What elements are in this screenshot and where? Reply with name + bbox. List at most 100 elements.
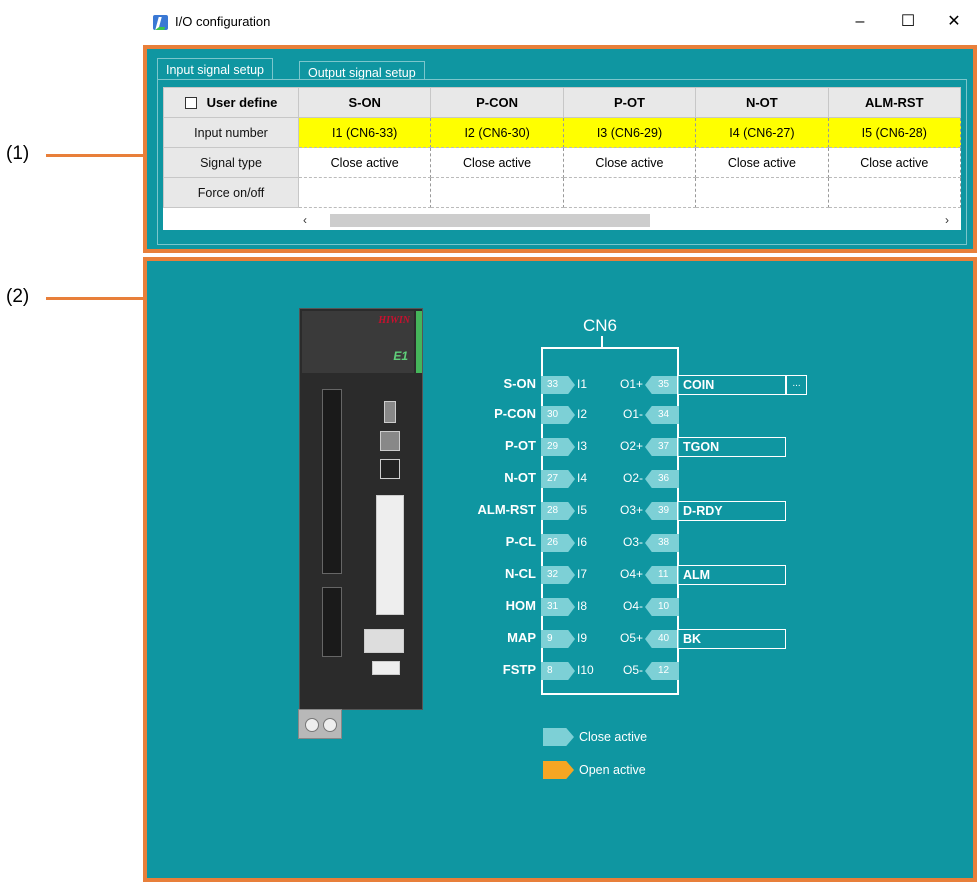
- output-signal-field[interactable]: ALM: [677, 565, 786, 585]
- input-pin[interactable]: 31: [541, 598, 575, 616]
- cn1-terminal: [322, 389, 342, 574]
- output-pin[interactable]: 37: [645, 438, 679, 456]
- input-name: I2: [577, 407, 588, 421]
- input-number-cell[interactable]: I4 (CN6-27): [695, 117, 829, 148]
- input-signal-label: S-ON: [503, 376, 537, 391]
- input-signal-label: HOM: [505, 598, 536, 613]
- output-signal-field[interactable]: D-RDY: [677, 501, 786, 521]
- output-name: O2+: [619, 439, 643, 453]
- input-pin[interactable]: 30: [541, 406, 575, 424]
- output-name: O5-: [622, 663, 643, 677]
- output-name: O2-: [622, 471, 643, 485]
- signal-type-cell[interactable]: Close active: [430, 147, 564, 178]
- input-name: I8: [577, 599, 588, 613]
- input-pin[interactable]: 33: [541, 376, 575, 394]
- output-name: O4-: [622, 599, 643, 613]
- minimize-button[interactable]: –: [837, 8, 883, 36]
- input-pin[interactable]: 29: [541, 438, 575, 456]
- output-pin[interactable]: 38: [645, 534, 679, 552]
- output-signal-field[interactable]: TGON: [677, 437, 786, 457]
- cn3-port: [384, 401, 396, 423]
- callout-1: (1): [6, 143, 30, 164]
- force-cell[interactable]: [563, 177, 697, 208]
- cn2-terminal: [322, 587, 342, 657]
- cn6-port: [376, 495, 404, 615]
- user-define-checkbox[interactable]: [184, 97, 197, 109]
- cn7-port: [364, 629, 404, 653]
- callout-2: (2): [6, 286, 30, 307]
- output-name: O1-: [622, 407, 643, 421]
- row-header-input-number: Input number: [163, 117, 299, 148]
- user-define-cell[interactable]: User define: [163, 87, 299, 118]
- cn8-port: [372, 661, 400, 675]
- column-header: P-CON: [430, 87, 564, 118]
- input-signal-label: P-CL: [505, 534, 536, 549]
- force-cell[interactable]: [695, 177, 829, 208]
- input-name: I4: [577, 471, 588, 485]
- open-active-swatch: [543, 761, 574, 779]
- output-signal-field[interactable]: COIN: [677, 375, 786, 395]
- app-icon: [153, 15, 168, 30]
- output-name: O3-: [622, 535, 643, 549]
- servo-drive-image: HIWIN E1: [299, 308, 423, 710]
- cn6-title: CN6: [583, 316, 618, 335]
- output-pin[interactable]: 36: [645, 470, 679, 488]
- column-header: ALM-RST: [827, 87, 961, 118]
- drive-stripe: [416, 311, 422, 373]
- force-cell[interactable]: [298, 177, 432, 208]
- input-pin[interactable]: 32: [541, 566, 575, 584]
- screw-icon: [323, 718, 337, 732]
- output-pin[interactable]: 11: [645, 566, 679, 584]
- output-pin[interactable]: 12: [645, 662, 679, 680]
- signal-type-cell[interactable]: Close active: [695, 147, 829, 178]
- input-signal-panel: User define S-ON P-CON P-OT N-OT ALM-RST…: [157, 79, 967, 245]
- input-number-cell[interactable]: I2 (CN6-30): [430, 117, 564, 148]
- close-active-swatch: [543, 728, 574, 746]
- input-name: I1: [577, 377, 588, 391]
- cn6-tick: [601, 336, 603, 347]
- input-pin[interactable]: 8: [541, 662, 575, 680]
- legend-close-active: Close active: [579, 730, 648, 744]
- output-signal-field[interactable]: BK: [677, 629, 786, 649]
- close-button[interactable]: ✕: [931, 8, 977, 36]
- force-cell[interactable]: [828, 177, 961, 208]
- signal-grid: User define S-ON P-CON P-OT N-OT ALM-RST…: [163, 87, 961, 230]
- output-more-button[interactable]: ...: [786, 375, 807, 395]
- input-pin[interactable]: 28: [541, 502, 575, 520]
- force-cell[interactable]: [430, 177, 564, 208]
- output-pin[interactable]: 40: [645, 630, 679, 648]
- output-pin[interactable]: 10: [645, 598, 679, 616]
- input-number-cell[interactable]: I1 (CN6-33): [298, 117, 432, 148]
- input-number-cell[interactable]: I5 (CN6-28): [828, 117, 961, 148]
- input-pin[interactable]: 26: [541, 534, 575, 552]
- signal-setup-section: Input signal setup Output signal setup U…: [143, 45, 977, 253]
- input-signal-label: ALM-RST: [477, 502, 537, 517]
- maximize-button[interactable]: ☐: [885, 8, 931, 36]
- scroll-left-icon[interactable]: ‹: [303, 211, 307, 230]
- input-number-cell[interactable]: I3 (CN6-29): [563, 117, 697, 148]
- signal-type-cell[interactable]: Close active: [298, 147, 432, 178]
- input-signal-label: N-OT: [504, 470, 536, 485]
- signal-type-cell[interactable]: Close active: [828, 147, 961, 178]
- scroll-right-icon[interactable]: ›: [945, 211, 949, 230]
- io-config-window: I/O configuration – ☐ ✕ Input signal set…: [143, 3, 977, 882]
- output-pin[interactable]: 34: [645, 406, 679, 424]
- output-name: O4+: [619, 567, 643, 581]
- input-signal-label: P-OT: [504, 438, 536, 453]
- input-pin[interactable]: 27: [541, 470, 575, 488]
- column-header: N-OT: [695, 87, 829, 118]
- window-title: I/O configuration: [175, 14, 271, 29]
- input-name: I3: [577, 439, 588, 453]
- signal-type-cell[interactable]: Close active: [563, 147, 697, 178]
- legend-open-active: Open active: [579, 763, 646, 777]
- input-signal-label: MAP: [507, 630, 536, 645]
- input-signal-label: FSTP: [502, 662, 536, 677]
- output-pin[interactable]: 35: [645, 376, 679, 394]
- horizontal-scrollbar[interactable]: ‹ ›: [163, 211, 961, 230]
- scroll-thumb[interactable]: [330, 214, 650, 227]
- output-name: O3+: [619, 503, 643, 517]
- input-pin[interactable]: 9: [541, 630, 575, 648]
- output-pin[interactable]: 39: [645, 502, 679, 520]
- cn4-port: [380, 431, 400, 451]
- input-signal-label: N-CL: [504, 566, 536, 581]
